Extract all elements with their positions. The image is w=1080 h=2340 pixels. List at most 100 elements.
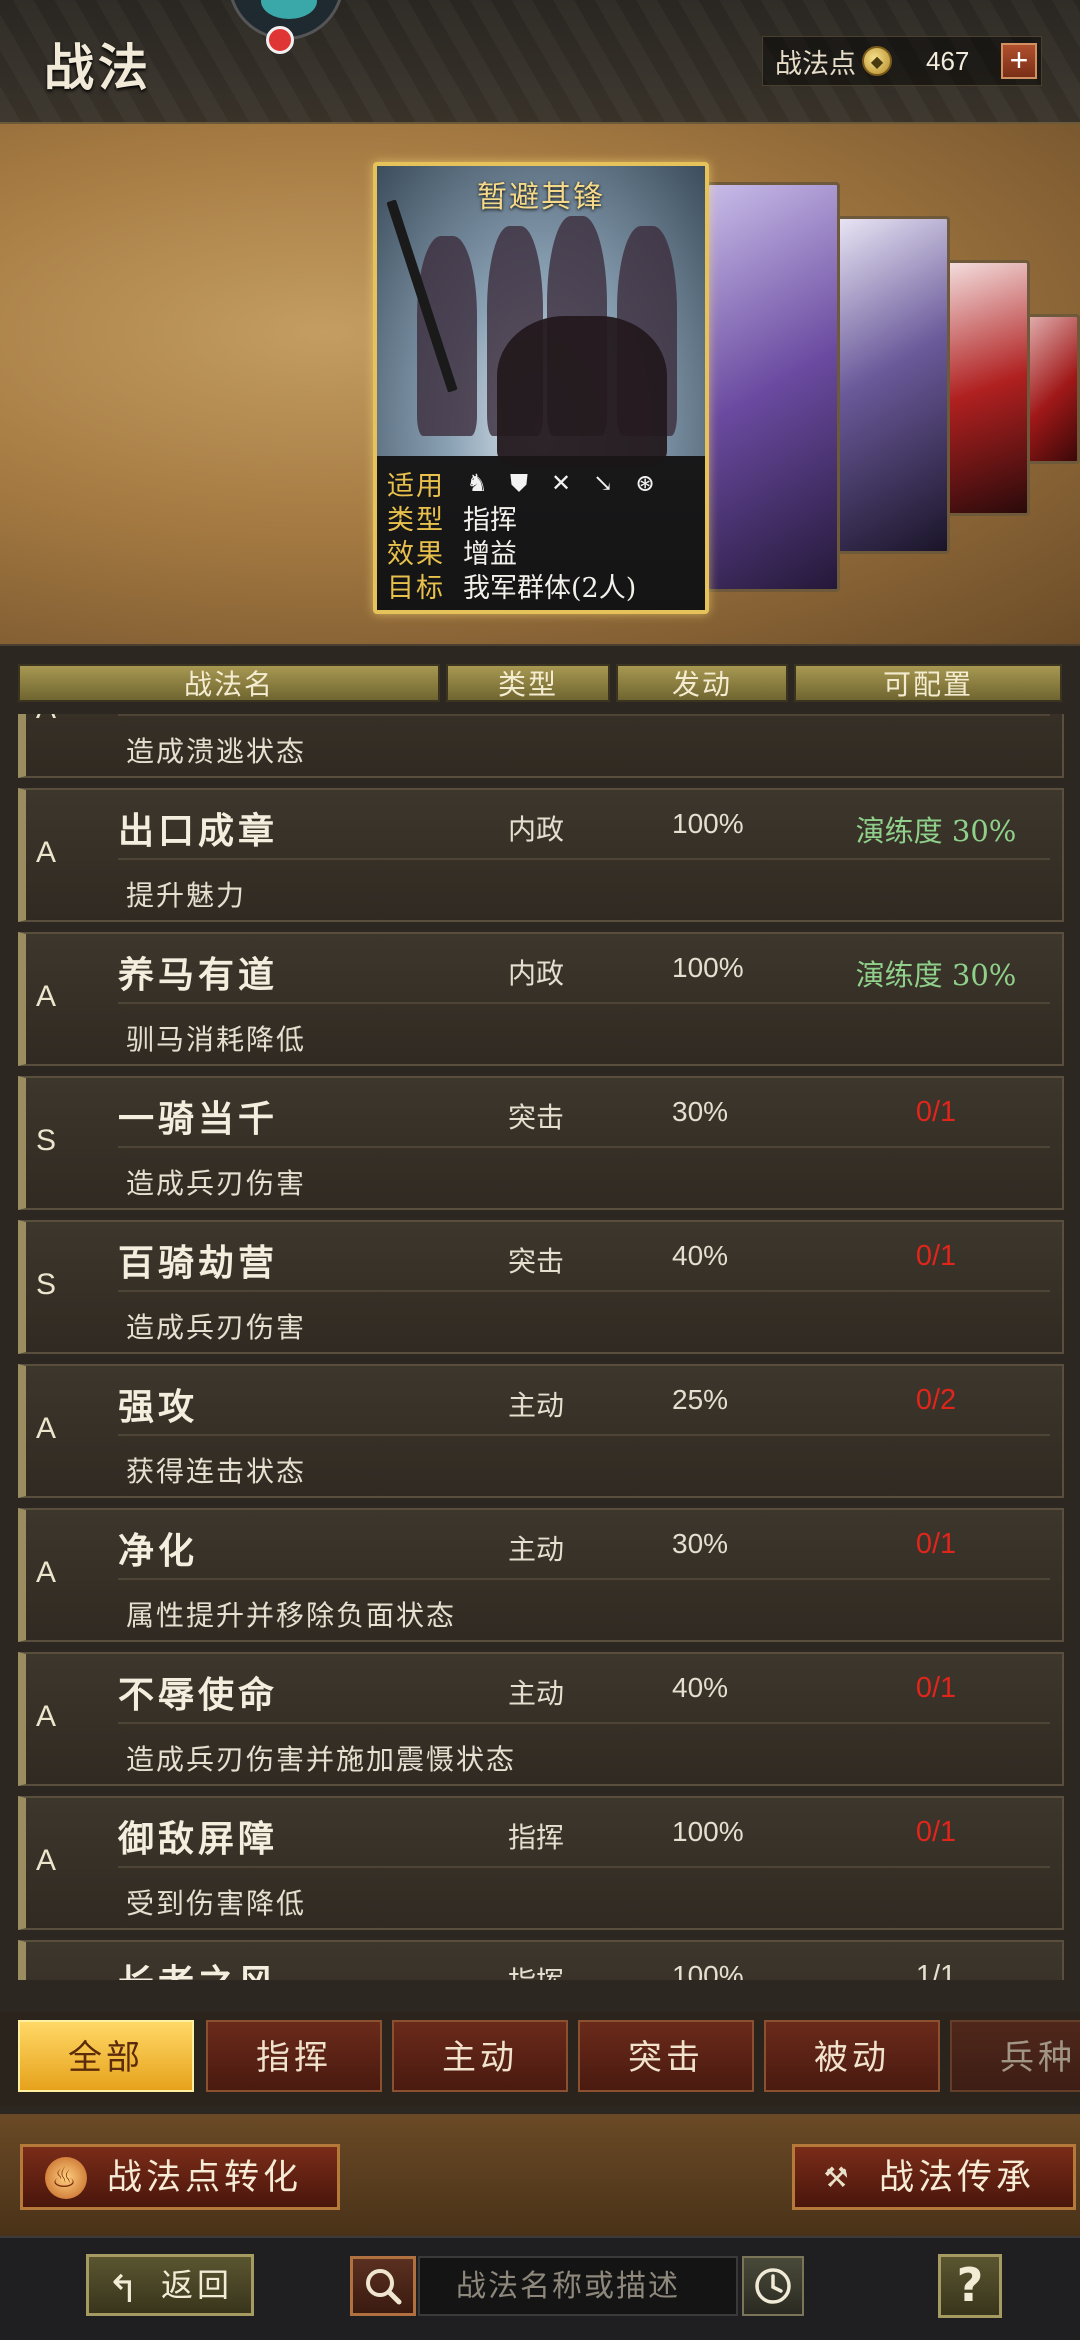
skill-card-info: 适用 ♞ ⛊ ✕ ↘ ⊛ 类型 指挥 效果 增益 目标 我军群体(2人): [377, 456, 705, 610]
skill-trigger-rate: 100%: [672, 952, 744, 983]
skill-type: 内政: [508, 813, 565, 846]
skill-description: 造成兵刃伤害并施加震慑状态: [126, 1743, 517, 1776]
skill-type: 突击: [508, 1101, 565, 1134]
skill-row[interactable]: S 一骑当千 突击 30% 0/1 造成兵刃伤害: [18, 1076, 1064, 1210]
skill-name: 出口成章: [118, 810, 279, 852]
skill-config: 0/1: [915, 1096, 957, 1128]
skill-config: 0/1: [915, 1528, 957, 1560]
tab-troop[interactable]: 兵种: [950, 2020, 1080, 2092]
skill-config: 0/1: [915, 1240, 957, 1272]
skill-list-panel: 战法名 类型 发动 可配置 A 造成溃逃状态 A 出口成章 内政 100% 演练…: [0, 644, 1080, 2114]
tab-passive[interactable]: 被动: [764, 2020, 940, 2092]
skill-type: 主动: [508, 1533, 565, 1566]
skill-type: 主动: [508, 1677, 565, 1710]
skill-row[interactable]: A 造成溃逃状态: [18, 714, 1064, 778]
back-arrow-icon: ↰: [107, 2267, 143, 2311]
skill-card-thumbnail[interactable]: [944, 260, 1030, 516]
skill-config: 演练度 30%: [855, 814, 1017, 848]
back-button[interactable]: ↰ 返回: [86, 2254, 254, 2316]
skill-type: 主动: [508, 1389, 565, 1422]
column-header-name[interactable]: 战法名: [18, 664, 440, 702]
add-points-button[interactable]: +: [1001, 43, 1037, 79]
skill-trigger-rate: 25%: [672, 1384, 729, 1415]
shield-icon: ⛊: [510, 469, 528, 497]
info-row-target: 目标 我军群体(2人): [387, 568, 705, 604]
tab-active[interactable]: 主动: [392, 2020, 568, 2092]
skill-row[interactable]: 长者之风 指挥 100% 1/1: [18, 1940, 1064, 1980]
troop-type-icons: ♞ ⛊ ✕ ↘ ⊛: [463, 469, 659, 497]
skill-name: 净化: [118, 1530, 199, 1572]
skill-description: 造成兵刃伤害: [126, 1167, 307, 1200]
info-value: 我军群体(2人): [463, 572, 637, 604]
skill-grade: A: [36, 1700, 57, 1733]
skill-name: 百骑劫营: [118, 1242, 279, 1284]
skill-description: 造成溃逃状态: [126, 735, 307, 768]
skill-grade: A: [36, 836, 57, 869]
convert-points-label: 战法点转化: [107, 2158, 303, 2198]
page-title: 战法: [44, 38, 152, 97]
skill-type: 指挥: [508, 1821, 565, 1854]
skill-row[interactable]: A 养马有道 内政 100% 演练度 30% 驯马消耗降低: [18, 932, 1064, 1066]
skill-trigger-rate: 100%: [672, 808, 744, 839]
convert-points-button[interactable]: ♨ 战法点转化: [20, 2144, 340, 2210]
skill-row[interactable]: A 御敌屏障 指挥 100% 0/1 受到伤害降低: [18, 1796, 1064, 1930]
search-input[interactable]: [418, 2256, 738, 2316]
column-header-trigger[interactable]: 发动: [616, 664, 788, 702]
skill-config: 演练度 30%: [855, 958, 1017, 992]
spear-icon: ↘: [592, 469, 614, 497]
skill-name: 不辱使命: [118, 1674, 279, 1716]
clock-icon: [755, 2268, 791, 2304]
skill-name: 一骑当千: [118, 1098, 279, 1140]
skill-list[interactable]: A 造成溃逃状态 A 出口成章 内政 100% 演练度 30% 提升魅力 A 养…: [0, 714, 1080, 1980]
column-header-config[interactable]: 可配置: [794, 664, 1062, 702]
skill-filter-tabs: 全部 指挥 主动 突击 被动 兵种: [0, 2012, 1080, 2106]
skill-type: 突击: [508, 1245, 565, 1278]
help-button[interactable]: ?: [938, 2254, 1002, 2318]
row-divider: [118, 1434, 1050, 1436]
tab-all[interactable]: 全部: [18, 2020, 194, 2092]
cavalry-icon: ♞: [466, 469, 488, 497]
skill-row[interactable]: A 不辱使命 主动 40% 0/1 造成兵刃伤害并施加震慑状态: [18, 1652, 1064, 1786]
bird-icon: [261, 0, 317, 19]
search-icon: [366, 2269, 402, 2305]
skill-name: 养马有道: [118, 954, 279, 996]
skill-row[interactable]: A 出口成章 内政 100% 演练度 30% 提升魅力: [18, 788, 1064, 922]
column-header-type[interactable]: 类型: [446, 664, 610, 702]
row-divider: [118, 1146, 1050, 1148]
hammer-icon: ⚒: [823, 2161, 853, 2194]
skill-type: 内政: [508, 957, 565, 990]
skill-row[interactable]: A 净化 主动 30% 0/1 属性提升并移除负面状态: [18, 1508, 1064, 1642]
history-button[interactable]: [742, 2256, 804, 2316]
skill-config: 0/1: [915, 1672, 957, 1704]
skill-row[interactable]: S 百骑劫营 突击 40% 0/1 造成兵刃伤害: [18, 1220, 1064, 1354]
skill-grade: A: [36, 1412, 57, 1445]
skill-trigger-rate: 40%: [672, 1672, 729, 1703]
skill-grade: A: [36, 1844, 57, 1877]
skill-card-banner: 暂避其锋 适用 ♞ ⛊ ✕ ↘ ⊛ 类型 指挥 效果 增益 目标 我军群体(2人…: [0, 124, 1080, 644]
skill-description: 提升魅力: [126, 879, 247, 912]
skill-card-thumbnail[interactable]: [836, 216, 950, 554]
skill-grade: S: [36, 1124, 57, 1157]
inherit-skill-button[interactable]: ⚒ 战法传承: [792, 2144, 1076, 2210]
skill-card-title: 暂避其锋: [477, 180, 605, 215]
skill-trigger-rate: 100%: [672, 1960, 744, 1980]
tab-command[interactable]: 指挥: [206, 2020, 382, 2092]
skill-row[interactable]: A 强攻 主动 25% 0/2 获得连击状态: [18, 1364, 1064, 1498]
row-divider: [118, 1290, 1050, 1292]
skill-name: 御敌屏障: [118, 1818, 279, 1860]
skill-description: 获得连击状态: [126, 1455, 307, 1488]
search-button[interactable]: [350, 2256, 416, 2316]
skill-config: 1/1: [915, 1960, 957, 1980]
row-divider: [118, 858, 1050, 860]
fire-icon: ♨: [45, 2157, 87, 2199]
skill-type: 指挥: [508, 1960, 564, 1980]
skill-grade: A: [36, 1556, 57, 1589]
skill-grade: A: [36, 714, 56, 726]
skill-card-thumbnail[interactable]: [706, 182, 840, 592]
skill-description: 造成兵刃伤害: [126, 1311, 307, 1344]
bow-icon: ✕: [550, 469, 572, 497]
tab-assault[interactable]: 突击: [578, 2020, 754, 2092]
skill-description: 属性提升并移除负面状态: [126, 1599, 457, 1632]
featured-skill-card[interactable]: 暂避其锋 适用 ♞ ⛊ ✕ ↘ ⊛ 类型 指挥 效果 增益 目标 我军群体(2人…: [373, 162, 709, 614]
notification-dot: [266, 26, 294, 54]
